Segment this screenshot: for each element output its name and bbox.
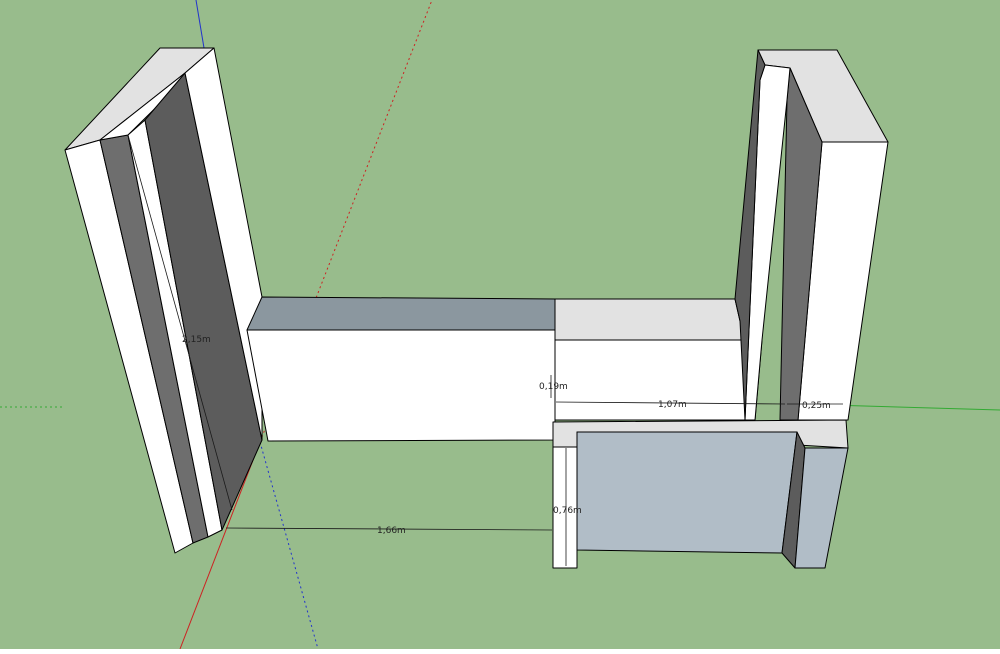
model-canvas[interactable]: 2,15m 1,66m 0,19m 1,07m 0,25m 0,76m <box>0 0 1000 650</box>
dimension-label-thickness-middle: 0,19m <box>539 382 568 392</box>
lower-block-recess <box>576 431 798 554</box>
dimension-label-width-right: 0,25m <box>802 401 831 411</box>
middle-block[interactable] <box>246 296 556 442</box>
right-shelf-top <box>554 298 763 341</box>
dimension-label-height-low-block: 0,76m <box>553 506 582 516</box>
lower-block[interactable] <box>552 419 849 569</box>
dimension-label-length-bottom: 1,66m <box>377 526 406 536</box>
dimension-label-length-right-shelf: 1,07m <box>658 400 687 410</box>
middle-block-front <box>246 329 556 442</box>
dimension-label-height-left-wall: 2,15m <box>182 335 211 345</box>
middle-block-top <box>246 296 556 331</box>
sketchup-viewport[interactable]: 2,15m 1,66m 0,19m 1,07m 0,25m 0,76m <box>0 0 1000 650</box>
